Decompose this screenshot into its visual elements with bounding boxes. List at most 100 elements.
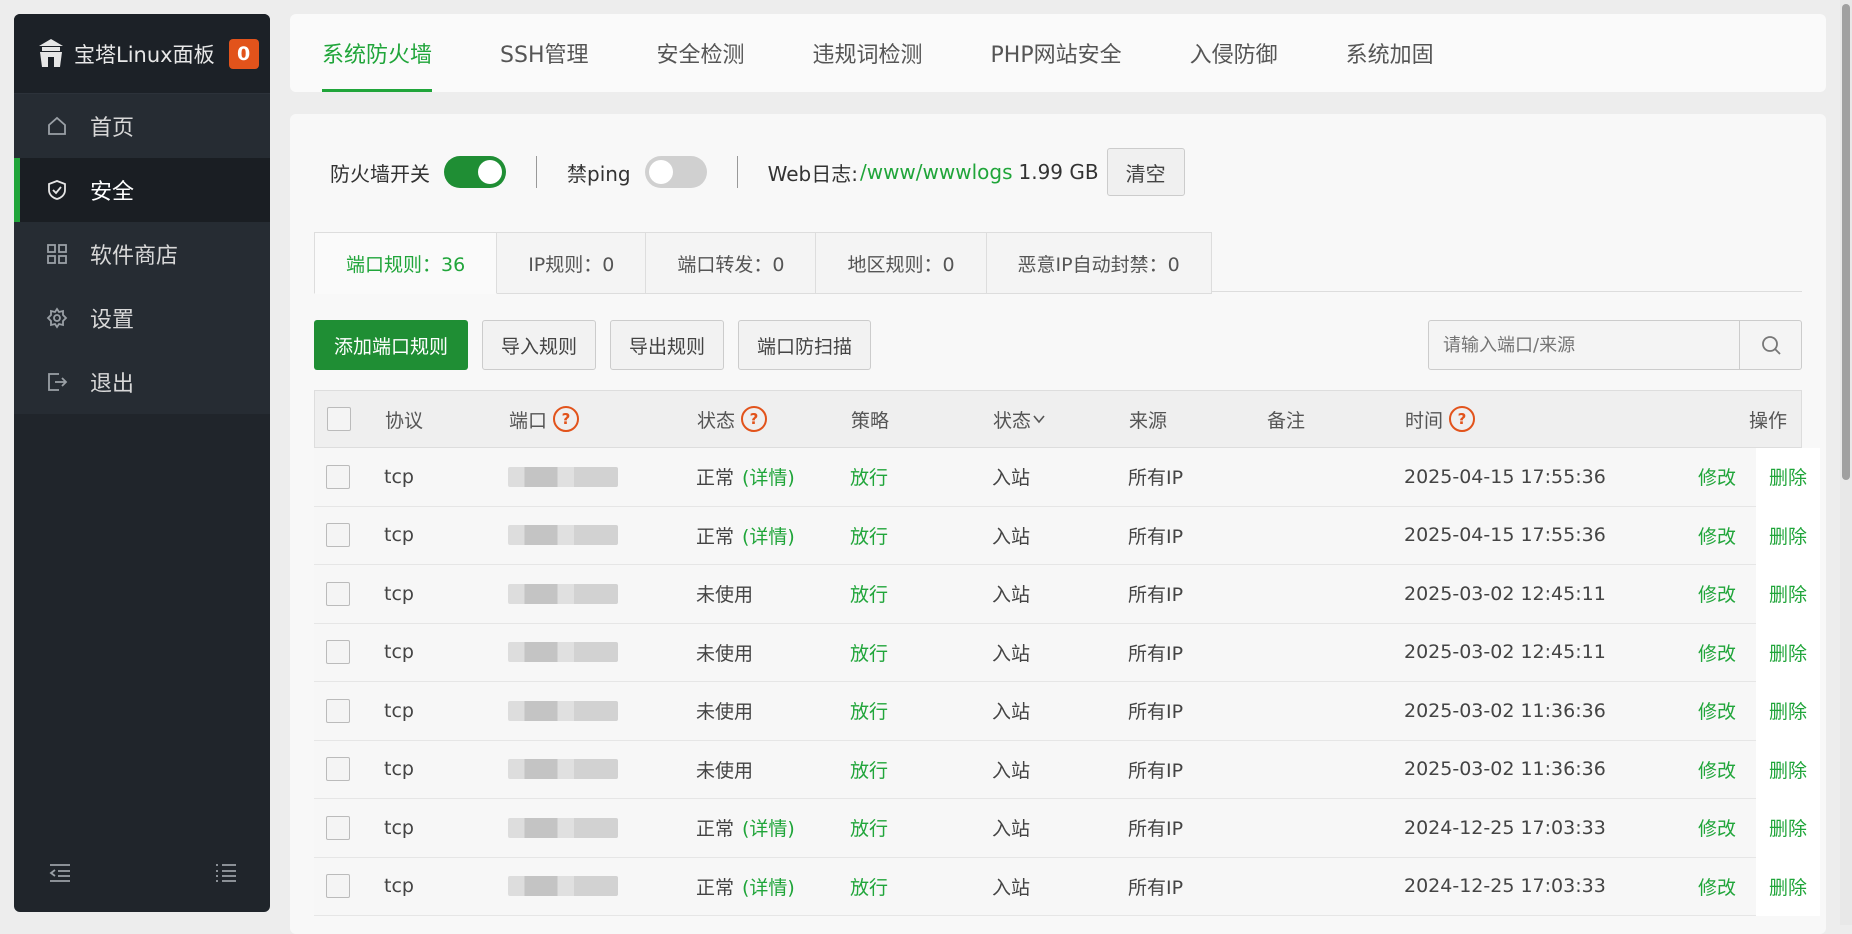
firewall-switches: 防火墙开关 禁ping Web日志: /www/wwwlogs 1.99 GB … xyxy=(330,144,1185,200)
edit-link[interactable]: 修改 xyxy=(1684,580,1736,607)
tab-ssh[interactable]: SSH管理 xyxy=(500,14,588,92)
table-row: tcp 未使用 放行 入站 所有IP 2025-03-02 11:36:36 修… xyxy=(314,740,1820,799)
collapse-sidebar-icon[interactable] xyxy=(48,862,72,888)
sidebar-item-settings[interactable]: 设置 xyxy=(14,286,270,350)
tab-security-check[interactable]: 安全检测 xyxy=(657,14,745,92)
tab-system-firewall[interactable]: 系统防火墙 xyxy=(322,14,433,92)
detail-link[interactable]: (详情) xyxy=(742,814,795,841)
divider xyxy=(536,156,537,188)
cell-direction: 入站 xyxy=(992,876,1031,899)
sidebar-item-label: 首页 xyxy=(90,116,135,141)
port-value-redacted xyxy=(508,525,618,546)
sidebar-item-home[interactable]: 首页 xyxy=(14,94,270,158)
clear-log-button[interactable]: 清空 xyxy=(1106,148,1185,196)
edit-link[interactable]: 修改 xyxy=(1684,756,1736,783)
delete-link[interactable]: 删除 xyxy=(1756,798,1820,857)
search-button[interactable] xyxy=(1739,321,1801,369)
delete-link[interactable]: 删除 xyxy=(1756,447,1820,506)
subtab-port-rules[interactable]: 端口规则：36 xyxy=(314,232,498,294)
subtab-ip-rules[interactable]: IP规则：0 xyxy=(497,232,647,294)
delete-link[interactable]: 删除 xyxy=(1756,740,1820,799)
cell-status: 正常 xyxy=(696,818,735,841)
gear-icon xyxy=(44,305,70,331)
cell-source: 所有IP xyxy=(1128,818,1184,841)
edit-link[interactable]: 修改 xyxy=(1684,522,1736,549)
page-scrollbar[interactable] xyxy=(1840,0,1852,925)
cell-time: 2025-04-15 17:55:36 xyxy=(1404,465,1606,488)
subtab-malicious-ip[interactable]: 恶意IP自动封禁：0 xyxy=(986,232,1212,294)
cell-direction: 入站 xyxy=(992,584,1031,607)
table-row: tcp 正常 (详情) 放行 入站 所有IP 2025-04-15 17:55:3… xyxy=(314,506,1820,565)
brand[interactable]: 宝塔Linux面板 0 xyxy=(14,14,270,94)
cell-source: 所有IP xyxy=(1128,701,1184,724)
detail-link[interactable]: (详情) xyxy=(742,522,795,549)
select-all-checkbox[interactable] xyxy=(327,407,351,431)
edit-link[interactable]: 修改 xyxy=(1684,814,1736,841)
export-rules-button[interactable]: 导出规则 xyxy=(610,320,725,370)
help-icon[interactable]: ? xyxy=(741,406,768,432)
rule-actions: 添加端口规则 导入规则 导出规则 端口防扫描 xyxy=(314,320,872,370)
cell-status: 正常 xyxy=(696,876,735,899)
table-row: tcp 正常 (详情) 放行 入站 所有IP 2025-04-15 17:55:3… xyxy=(314,447,1820,507)
cell-source: 所有IP xyxy=(1128,584,1184,607)
notification-badge[interactable]: 0 xyxy=(228,38,259,69)
row-checkbox[interactable] xyxy=(326,757,350,782)
delete-link[interactable]: 删除 xyxy=(1756,681,1820,740)
search-icon xyxy=(1761,336,1781,355)
cell-policy: 放行 xyxy=(850,584,889,607)
cell-protocol: tcp xyxy=(384,875,414,898)
delete-link[interactable]: 删除 xyxy=(1756,623,1820,682)
row-checkbox[interactable] xyxy=(326,815,350,840)
shield-icon xyxy=(44,177,70,203)
tab-hardening[interactable]: 系统加固 xyxy=(1346,14,1434,92)
ping-toggle[interactable] xyxy=(644,156,707,188)
delete-link[interactable]: 删除 xyxy=(1756,564,1820,623)
detail-link[interactable]: (详情) xyxy=(742,463,795,490)
row-checkbox[interactable] xyxy=(326,464,350,489)
sidebar-item-security[interactable]: 安全 xyxy=(14,158,270,222)
tab-word-check[interactable]: 违规词检测 xyxy=(813,14,923,92)
weblog-size: 1.99 GB xyxy=(1018,160,1099,184)
sidebar-item-store[interactable]: 软件商店 xyxy=(14,222,270,286)
help-icon[interactable]: ? xyxy=(1449,406,1476,432)
cell-protocol: tcp xyxy=(384,582,414,605)
row-checkbox[interactable] xyxy=(326,698,350,723)
home-icon xyxy=(44,113,70,139)
edit-link[interactable]: 修改 xyxy=(1684,697,1736,724)
row-checkbox[interactable] xyxy=(326,581,350,606)
port-value-redacted xyxy=(508,817,618,838)
sidebar-item-logout[interactable]: 退出 xyxy=(14,350,270,414)
weblog-label: Web日志: xyxy=(767,161,858,186)
menu-list-icon[interactable] xyxy=(214,862,238,888)
weblog-path-link[interactable]: /www/wwwlogs xyxy=(860,160,1013,184)
cell-protocol: tcp xyxy=(384,524,414,547)
row-checkbox[interactable] xyxy=(326,874,350,899)
delete-link[interactable]: 删除 xyxy=(1756,857,1820,916)
edit-link[interactable]: 修改 xyxy=(1684,463,1736,490)
subtab-region-rules[interactable]: 地区规则：0 xyxy=(816,232,987,294)
add-port-rule-button[interactable]: 添加端口规则 xyxy=(314,320,469,370)
sidebar-item-label: 安全 xyxy=(90,180,135,205)
import-rules-button[interactable]: 导入规则 xyxy=(482,320,597,370)
port-value-redacted xyxy=(508,700,618,721)
detail-link[interactable]: (详情) xyxy=(742,873,795,900)
search-input[interactable] xyxy=(1429,321,1739,369)
help-icon[interactable]: ? xyxy=(553,406,580,432)
cell-source: 所有IP xyxy=(1128,467,1184,490)
delete-link[interactable]: 删除 xyxy=(1756,506,1820,565)
tab-intrusion[interactable]: 入侵防御 xyxy=(1190,14,1278,92)
logout-icon xyxy=(44,369,70,395)
cell-time: 2025-04-15 17:55:36 xyxy=(1404,524,1606,547)
divider xyxy=(736,156,738,188)
col-direction[interactable]: 状态 xyxy=(993,406,1129,433)
cell-status: 未使用 xyxy=(696,701,754,724)
edit-link[interactable]: 修改 xyxy=(1684,639,1736,666)
edit-link[interactable]: 修改 xyxy=(1684,873,1736,900)
row-checkbox[interactable] xyxy=(326,523,350,548)
subtab-port-forward[interactable]: 端口转发：0 xyxy=(646,232,817,294)
port-scan-protect-button[interactable]: 端口防扫描 xyxy=(738,320,872,370)
row-checkbox[interactable] xyxy=(326,640,350,665)
tab-php-security[interactable]: PHP网站安全 xyxy=(991,14,1122,92)
firewall-toggle[interactable] xyxy=(444,156,506,188)
cell-policy: 放行 xyxy=(850,467,889,490)
